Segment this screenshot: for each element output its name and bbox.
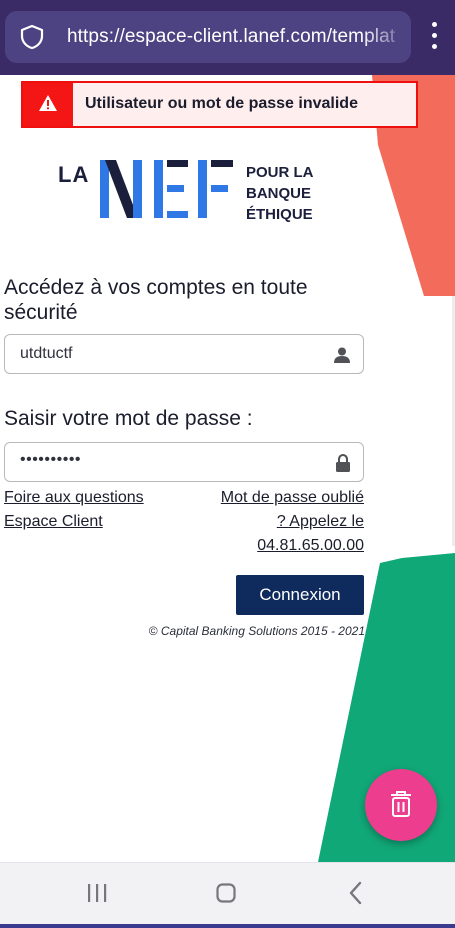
copyright-text: © Capital Banking Solutions 2015 - 2021	[148, 624, 365, 638]
faq-link[interactable]: Foire aux questions Espace Client	[4, 486, 144, 534]
shield-icon[interactable]	[19, 24, 45, 50]
logo-tagline-line3: ÉTHIQUE	[246, 206, 313, 223]
alert-message: Utilisateur ou mot de passe invalide	[85, 95, 358, 112]
nef-monogram	[100, 160, 233, 218]
url-text[interactable]: https://espace-client.lanef.com/templat	[67, 26, 395, 48]
back-icon[interactable]	[346, 881, 366, 905]
logo-tagline-line2: BANQUE	[246, 185, 312, 202]
forgot-password-link[interactable]: Mot de passe oublié ? Appelez le 04.81.6…	[174, 486, 364, 558]
password-masked-value[interactable]: ••••••••••	[20, 451, 81, 469]
recents-icon[interactable]	[86, 883, 108, 903]
forgot-link-phone[interactable]: 04.81.65.00.00	[257, 537, 364, 554]
forgot-link-line2[interactable]: ? Appelez le	[277, 513, 364, 530]
warning-icon	[39, 95, 57, 111]
password-field[interactable]: ••••••••••	[4, 442, 364, 482]
connexion-button[interactable]: Connexion	[236, 575, 364, 615]
url-fade	[361, 11, 411, 63]
logo-tagline: POUR LA BANQUE ÉTHIQUE	[246, 162, 314, 225]
system-navigation-bar	[0, 862, 455, 928]
address-bar[interactable]: https://espace-client.lanef.com/templat	[5, 11, 411, 63]
faq-link-line1[interactable]: Foire aux questions	[4, 489, 144, 506]
access-heading: Accédez à vos comptes en toute sécurité	[4, 276, 308, 324]
error-alert: Utilisateur ou mot de passe invalide	[21, 81, 418, 128]
forgot-link-line1[interactable]: Mot de passe oublié	[221, 489, 364, 506]
username-field[interactable]: utdtuctf	[4, 334, 364, 374]
trash-icon	[391, 791, 411, 817]
lock-icon	[336, 454, 350, 472]
more-vert-icon[interactable]	[422, 22, 446, 54]
la-nef-logo: LA POUR LA BANQUE ÉTHIQUE	[58, 160, 318, 225]
home-icon[interactable]	[216, 883, 236, 903]
delete-fab-button[interactable]	[365, 769, 437, 841]
logo-tagline-line1: POUR LA	[246, 164, 314, 181]
faq-link-line2[interactable]: Espace Client	[4, 513, 103, 530]
logo-la-text: LA	[58, 162, 90, 187]
browser-toolbar: https://espace-client.lanef.com/templat	[0, 0, 455, 75]
login-page: Utilisateur ou mot de passe invalide LA …	[0, 75, 455, 862]
user-icon	[334, 347, 350, 363]
bottom-edge-line	[0, 924, 455, 928]
alert-icon-box	[23, 83, 73, 126]
password-heading: Saisir votre mot de passe :	[4, 407, 253, 430]
username-value[interactable]: utdtuctf	[20, 345, 72, 363]
